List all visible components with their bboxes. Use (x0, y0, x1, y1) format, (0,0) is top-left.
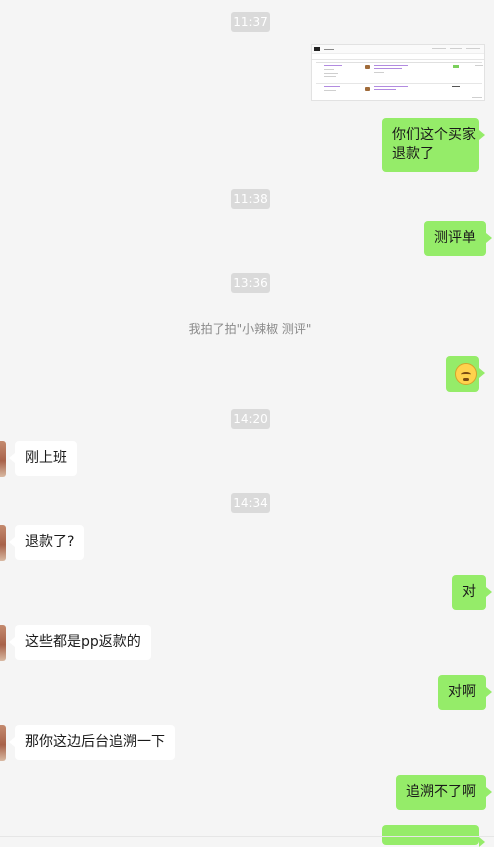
divider (0, 836, 494, 837)
timestamp: 14:34 (231, 493, 270, 513)
outgoing-message[interactable]: 对啊 (438, 675, 492, 710)
contact-avatar[interactable] (0, 725, 6, 761)
contact-avatar[interactable] (0, 525, 6, 561)
incoming-message[interactable]: 刚上班 (9, 441, 77, 476)
outgoing-message[interactable]: 追溯不了啊 (396, 775, 492, 810)
incoming-message[interactable]: 那你这边后台追溯一下 (9, 725, 175, 760)
sent-screenshot-image[interactable] (311, 44, 485, 101)
timestamp: 13:36 (231, 273, 270, 293)
dizzy-face-emoji-icon (455, 363, 477, 385)
outgoing-message[interactable]: 测评单 (424, 221, 492, 256)
incoming-message[interactable]: 退款了? (8, 525, 85, 560)
contact-avatar[interactable] (0, 441, 6, 477)
outgoing-message[interactable]: 你们这个买家 退款了 (382, 118, 485, 172)
outgoing-message-partial[interactable] (382, 825, 485, 847)
contact-avatar[interactable] (0, 625, 6, 661)
pat-notice: 我拍了拍"小辣椒 测评" (188, 322, 312, 336)
timestamp: 14:20 (231, 409, 270, 429)
incoming-message[interactable]: 这些都是pp返款的 (9, 625, 151, 660)
timestamp: 11:38 (231, 189, 270, 209)
timestamp: 11:37 (231, 12, 270, 32)
outgoing-message[interactable]: 对 (452, 575, 492, 610)
